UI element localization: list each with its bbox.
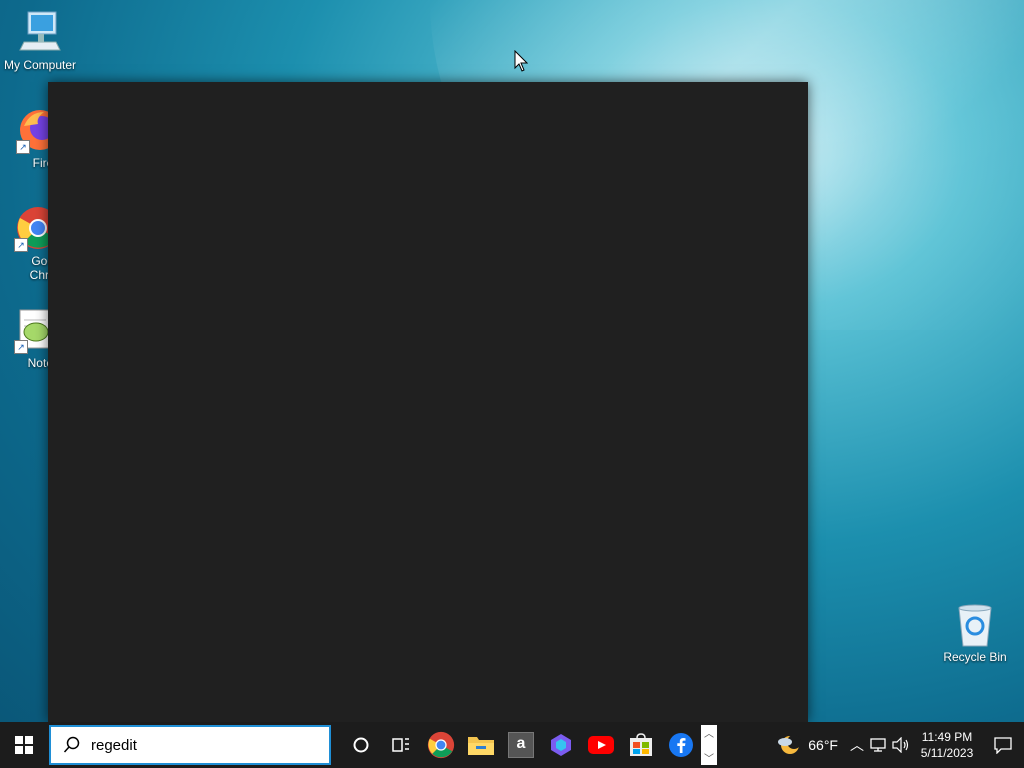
taskbar-file-explorer[interactable] xyxy=(461,722,501,768)
desktop-icon-label: My Computer xyxy=(3,58,77,72)
weather-temperature: 66°F xyxy=(808,737,838,753)
desktop-icon-recycle-bin[interactable]: Recycle Bin xyxy=(935,600,1015,664)
search-input[interactable] xyxy=(91,736,311,754)
facebook-icon xyxy=(669,733,693,757)
chevron-down-icon[interactable]: ﹀ xyxy=(704,750,714,765)
volume-button[interactable] xyxy=(890,722,912,768)
taskbar-store[interactable] xyxy=(621,722,661,768)
taskbar-chrome[interactable] xyxy=(421,722,461,768)
network-icon xyxy=(870,738,886,752)
cortana-icon xyxy=(353,737,369,753)
computer-icon xyxy=(16,8,64,56)
taskbar: a ︿ ﹀ xyxy=(0,722,1024,768)
speaker-icon xyxy=(892,737,909,753)
mouse-cursor-icon xyxy=(514,49,529,77)
shortcut-arrow-icon: ↗ xyxy=(14,238,28,252)
notification-icon xyxy=(994,737,1012,754)
action-center-button[interactable] xyxy=(982,722,1024,768)
taskbar-youtube[interactable] xyxy=(581,722,621,768)
system-tray: 66°F ︿ 11:49 PM 5/11/2023 xyxy=(776,722,1024,768)
taskbar-facebook[interactable] xyxy=(661,722,701,768)
weather-widget[interactable]: 66°F xyxy=(776,733,838,757)
show-hidden-icons-button[interactable]: ︿ xyxy=(846,722,868,768)
taskbar-copilot[interactable] xyxy=(541,722,581,768)
cortana-button[interactable] xyxy=(341,722,381,768)
chevron-up-icon[interactable]: ︿ xyxy=(704,725,714,740)
clock-date: 5/11/2023 xyxy=(920,746,974,760)
windows-logo-icon xyxy=(15,736,33,754)
copilot-icon xyxy=(551,734,571,756)
task-view-button[interactable] xyxy=(381,722,421,768)
taskbar-clock[interactable]: 11:49 PM 5/11/2023 xyxy=(912,729,982,761)
search-results-panel[interactable] xyxy=(48,82,808,722)
chrome-icon xyxy=(427,731,455,759)
amazon-icon: a xyxy=(508,732,534,758)
desktop-icon-my-computer[interactable]: My Computer xyxy=(0,8,80,72)
start-button[interactable] xyxy=(0,722,48,768)
file-explorer-icon xyxy=(468,737,494,755)
network-button[interactable] xyxy=(868,722,890,768)
shortcut-arrow-icon: ↗ xyxy=(16,140,30,154)
weather-partly-cloudy-night-icon xyxy=(778,735,802,754)
youtube-icon xyxy=(588,736,614,754)
task-view-icon xyxy=(392,738,409,752)
taskbar-amazon[interactable]: a xyxy=(501,722,541,768)
search-icon xyxy=(63,736,81,754)
taskbar-scroll[interactable]: ︿ ﹀ xyxy=(701,725,717,765)
taskbar-search-box[interactable] xyxy=(49,725,331,765)
chevron-up-icon: ︿ xyxy=(850,737,864,753)
clock-time: 11:49 PM xyxy=(921,730,973,744)
store-icon xyxy=(630,733,652,756)
recycle-bin-icon xyxy=(951,600,999,648)
desktop-icon-label: Recycle Bin xyxy=(943,650,1007,664)
shortcut-arrow-icon: ↗ xyxy=(14,340,28,354)
